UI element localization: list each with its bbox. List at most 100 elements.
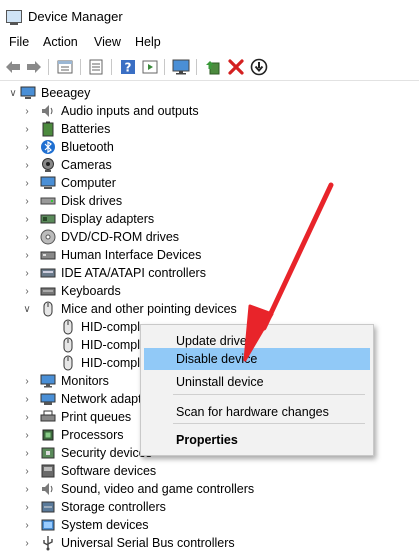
back-arrow-icon[interactable] (4, 58, 22, 76)
tree-category-item[interactable]: › Storage controllers (25, 498, 166, 516)
menu-view[interactable]: View (94, 35, 121, 49)
tree-category-item[interactable]: › Processors (25, 426, 124, 444)
refresh-icon[interactable] (141, 58, 159, 76)
tree-item-label: Security devices (61, 446, 153, 460)
expand-chevron-icon[interactable]: › (22, 264, 32, 282)
tree-category-item[interactable]: › System devices (25, 516, 149, 534)
tree-category-item[interactable]: › Print queues (25, 408, 131, 426)
toolbar-separator (196, 59, 197, 75)
tree-item-label: Batteries (61, 122, 111, 136)
tree-item-label: Network adapt (61, 392, 142, 406)
update-driver-icon[interactable] (204, 58, 222, 76)
tree-category-item[interactable]: › Sound, video and game controllers (25, 480, 255, 498)
list-icon[interactable] (87, 58, 105, 76)
expand-chevron-icon[interactable]: › (22, 462, 32, 480)
expand-chevron-icon[interactable]: › (22, 138, 32, 156)
menu-separator (173, 423, 365, 424)
software-device-icon (40, 463, 56, 479)
collapse-chevron-icon[interactable]: ∨ (6, 84, 20, 102)
tree-item-label: Processors (61, 428, 124, 442)
expand-chevron-icon[interactable]: › (22, 426, 32, 444)
tree-category-item[interactable]: › Disk drives (25, 192, 122, 210)
bluetooth-icon (40, 139, 56, 155)
collapse-chevron-icon[interactable]: ∨ (22, 300, 32, 318)
properties-icon[interactable] (56, 58, 74, 76)
dvd-drive-icon (40, 229, 56, 245)
tree-category-item[interactable]: › Display adapters (25, 210, 154, 228)
ctx-disable-device[interactable]: Disable device (144, 348, 370, 370)
keyboard-icon (40, 283, 56, 299)
toolbar: ? (0, 54, 419, 81)
help-icon[interactable]: ? (119, 58, 137, 76)
tree-category-item[interactable]: › Cameras (25, 156, 112, 174)
expand-chevron-icon[interactable]: › (22, 228, 32, 246)
menu-bar: File Action View Help (0, 34, 419, 52)
usb-icon (40, 535, 56, 551)
tree-category-item[interactable]: › Bluetooth (25, 138, 114, 156)
speaker-icon (40, 103, 56, 119)
menu-action[interactable]: Action (43, 35, 78, 49)
toolbar-separator (48, 59, 49, 75)
expand-chevron-icon[interactable]: › (22, 534, 32, 552)
tree-child-item[interactable]: HID-compl (60, 336, 140, 354)
tree-item-label: Sound, video and game controllers (61, 482, 255, 496)
disable-device-icon[interactable] (250, 58, 268, 76)
ide-controller-icon (40, 265, 56, 281)
tree-category-item[interactable]: › Software devices (25, 462, 156, 480)
expand-chevron-icon[interactable]: › (22, 102, 32, 120)
ctx-scan-hardware[interactable]: Scan for hardware changes (144, 401, 370, 423)
expand-chevron-icon[interactable]: › (22, 156, 32, 174)
tree-child-item[interactable]: HID-compl (60, 354, 140, 372)
expand-chevron-icon[interactable]: › (22, 282, 32, 300)
tree-category-item[interactable]: › Monitors (25, 372, 109, 390)
display-adapter-icon (40, 211, 56, 227)
expand-chevron-icon[interactable]: › (22, 246, 32, 264)
tree-root[interactable]: ∨ Beeagey (6, 84, 90, 102)
menu-help[interactable]: Help (135, 35, 161, 49)
battery-icon (40, 121, 56, 137)
tree-category-item[interactable]: › Keyboards (25, 282, 120, 300)
tree-category-item[interactable]: › DVD/CD-ROM drives (25, 228, 179, 246)
expand-chevron-icon[interactable]: › (22, 444, 32, 462)
expand-chevron-icon[interactable]: › (22, 174, 32, 192)
expand-chevron-icon[interactable]: › (22, 480, 32, 498)
tree-item-label: Storage controllers (61, 500, 166, 514)
expand-chevron-icon[interactable]: › (22, 210, 32, 228)
expand-chevron-icon[interactable]: › (22, 498, 32, 516)
tree-category-item[interactable]: › Human Interface Devices (25, 246, 201, 264)
uninstall-icon[interactable] (227, 58, 245, 76)
camera-icon (40, 157, 56, 173)
ctx-properties[interactable]: Properties (144, 429, 370, 451)
menu-file[interactable]: File (9, 35, 29, 49)
tree-item-label: HID-compl (81, 320, 141, 334)
tree-item-label: Cameras (61, 158, 112, 172)
expand-chevron-icon[interactable]: › (22, 192, 32, 210)
tree-category-item[interactable]: › Audio inputs and outputs (25, 102, 198, 120)
tree-item-label: Universal Serial Bus controllers (61, 536, 235, 550)
scan-monitor-icon[interactable] (172, 58, 190, 76)
mouse-icon (40, 301, 56, 317)
expand-chevron-icon[interactable]: › (22, 120, 32, 138)
device-manager-icon (6, 10, 22, 25)
mouse-icon (60, 355, 76, 371)
tree-item-label: IDE ATA/ATAPI controllers (61, 266, 206, 280)
expand-chevron-icon[interactable]: › (22, 390, 32, 408)
tree-item-label: HID-compl (81, 356, 141, 370)
tree-category-item[interactable]: ∨ Mice and other pointing devices (23, 300, 237, 318)
tree-item-label: System devices (61, 518, 149, 532)
tree-category-item[interactable]: › IDE ATA/ATAPI controllers (25, 264, 206, 282)
title-bar: Device Manager (0, 0, 419, 33)
tree-child-item[interactable]: HID-compl (60, 318, 140, 336)
expand-chevron-icon[interactable]: › (22, 408, 32, 426)
tree-category-item[interactable]: › Computer (25, 174, 116, 192)
tree-category-item[interactable]: › Security devices (25, 444, 153, 462)
tree-category-item[interactable]: › Network adapt (25, 390, 142, 408)
expand-chevron-icon[interactable]: › (22, 516, 32, 534)
tree-category-item[interactable]: › Universal Serial Bus controllers (25, 534, 235, 552)
tree-item-label: Mice and other pointing devices (61, 302, 237, 316)
tree-category-item[interactable]: › Batteries (25, 120, 111, 138)
ctx-uninstall-device[interactable]: Uninstall device (144, 371, 370, 393)
forward-arrow-icon[interactable] (25, 58, 43, 76)
expand-chevron-icon[interactable]: › (22, 372, 32, 390)
toolbar-separator (111, 59, 112, 75)
